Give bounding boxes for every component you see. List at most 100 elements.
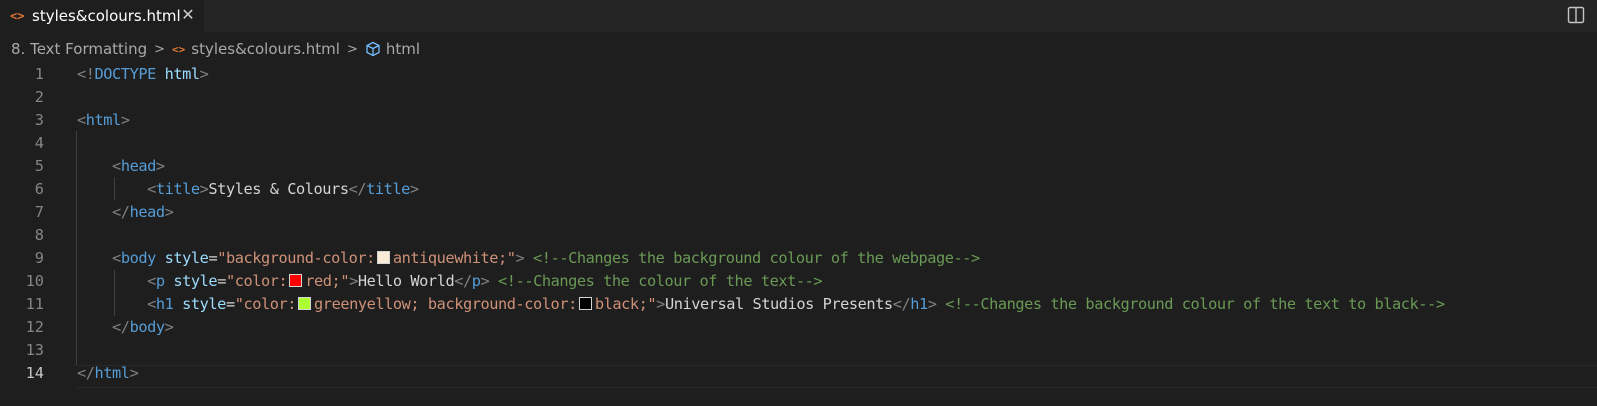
html-file-icon: <> <box>172 42 186 56</box>
code-tag-name: h1 <box>910 295 928 313</box>
code-punctuation: > <box>164 318 174 336</box>
code-content: </body> <box>77 316 174 339</box>
code-attribute: style <box>173 272 218 290</box>
line-number: 5 <box>34 157 44 175</box>
breadcrumb: 8. Text Formatting > <> styles&colours.h… <box>0 36 1597 62</box>
symbol-element-icon <box>365 41 381 57</box>
code-text: = <box>217 272 226 290</box>
code-punctuation: < <box>147 180 156 198</box>
split-editor-icon[interactable] <box>1567 6 1585 24</box>
code-punctuation: > <box>120 111 130 129</box>
code-comment: <!--Changes the colour of the text--> <box>498 272 823 290</box>
code-content: <head> <box>77 155 165 178</box>
code-punctuation: > <box>129 364 139 382</box>
line-number: 14 <box>25 364 44 382</box>
code-tag-name: p <box>155 272 165 290</box>
line-number: 13 <box>25 341 44 359</box>
breadcrumb-symbol[interactable]: html <box>386 40 420 58</box>
code-string: "background-color: <box>217 249 375 267</box>
code-tag-name: title <box>155 180 200 198</box>
code-tag-name: html <box>85 111 121 129</box>
code-punctuation: > <box>409 180 419 198</box>
line-number: 7 <box>34 203 44 221</box>
code-line[interactable]: 10 <p style="color: red;">Hello World</p>… <box>0 270 1597 293</box>
line-number: 4 <box>34 134 44 152</box>
code-text: = <box>208 249 218 267</box>
code-tag-name: body <box>129 318 165 336</box>
code-text: Hello World <box>357 272 455 290</box>
code-punctuation: > <box>656 295 665 313</box>
code-line[interactable]: 14 </html> <box>0 362 1597 385</box>
code-punctuation: < <box>112 157 121 175</box>
tab-styles-colours-html[interactable]: <> styles&colours.html ✕ <box>0 0 204 32</box>
code-line[interactable]: 9 <body style="background-color: antiquew… <box>0 247 1597 270</box>
code-string: antiquewhite;" <box>392 249 516 267</box>
code-attribute: style <box>164 249 209 267</box>
code-punctuation: > <box>480 272 490 290</box>
code-punctuation: > <box>199 65 209 83</box>
code-line[interactable]: 6 <title>Styles & Colours</title> <box>0 178 1597 201</box>
code-punctuation: > <box>927 295 937 313</box>
code-punctuation: </ <box>112 203 130 221</box>
code-editor[interactable]: 1 <!DOCTYPE html> 2 3 <html> 4 5 <head> 6 <titl… <box>0 62 1597 406</box>
code-line[interactable]: 4 <box>0 132 1597 155</box>
line-number: 2 <box>34 88 44 106</box>
code-line[interactable]: 12 </body> <box>0 316 1597 339</box>
code-punctuation: </ <box>892 295 911 313</box>
code-string: greenyellow; background-color: <box>314 295 577 313</box>
code-text: Universal Studios Presents <box>664 295 893 313</box>
code-attribute: html <box>164 65 200 83</box>
line-number: 6 <box>34 180 44 198</box>
code-tag-name: body <box>120 249 156 267</box>
close-icon[interactable]: ✕ <box>180 6 196 24</box>
code-punctuation: > <box>155 157 165 175</box>
tab-bar: <> styles&colours.html ✕ <box>0 0 1597 32</box>
line-number: 11 <box>25 295 44 313</box>
code-string: red;" <box>305 272 350 290</box>
code-line[interactable]: 5 <head> <box>0 155 1597 178</box>
code-string: "color: <box>234 295 297 313</box>
code-punctuation: < <box>147 272 156 290</box>
html-file-icon: <> <box>10 9 25 23</box>
code-line[interactable]: 8 <box>0 224 1597 247</box>
code-punctuation: <! <box>77 65 95 83</box>
code-tag-name: html <box>94 364 130 382</box>
code-line[interactable]: 13 <box>0 339 1597 362</box>
color-swatch[interactable] <box>376 251 390 264</box>
code-string: "color: <box>225 272 288 290</box>
code-line[interactable]: 7 </head> <box>0 201 1597 224</box>
breadcrumb-file[interactable]: styles&colours.html <box>191 40 340 58</box>
color-swatch[interactable] <box>578 297 592 310</box>
color-swatch[interactable] <box>298 297 312 310</box>
code-line[interactable]: 2 <box>0 86 1597 109</box>
code-punctuation: > <box>515 249 525 267</box>
code-content: </head> <box>77 201 174 224</box>
code-attribute: style <box>182 295 226 313</box>
code-tag-name: head <box>129 203 165 221</box>
code-content: <body style="background-color: antiquewhi… <box>77 247 980 270</box>
color-swatch[interactable] <box>289 274 303 287</box>
code-punctuation: > <box>164 203 174 221</box>
code-line[interactable]: 3 <html> <box>0 109 1597 132</box>
chevron-right-icon: > <box>346 41 358 57</box>
code-text: = <box>225 295 235 313</box>
breadcrumb-folder[interactable]: 8. Text Formatting <box>11 40 147 58</box>
code-line[interactable]: 11 <h1 style="color: greenyellow; backgro… <box>0 293 1597 316</box>
code-comment: <!--Changes the background colour of the… <box>533 249 980 267</box>
code-line[interactable]: 1 <!DOCTYPE html> <box>0 63 1597 86</box>
code-text: Styles & Colours <box>208 180 349 198</box>
code-tag-name: h1 <box>155 295 174 313</box>
line-number: 9 <box>34 249 44 267</box>
